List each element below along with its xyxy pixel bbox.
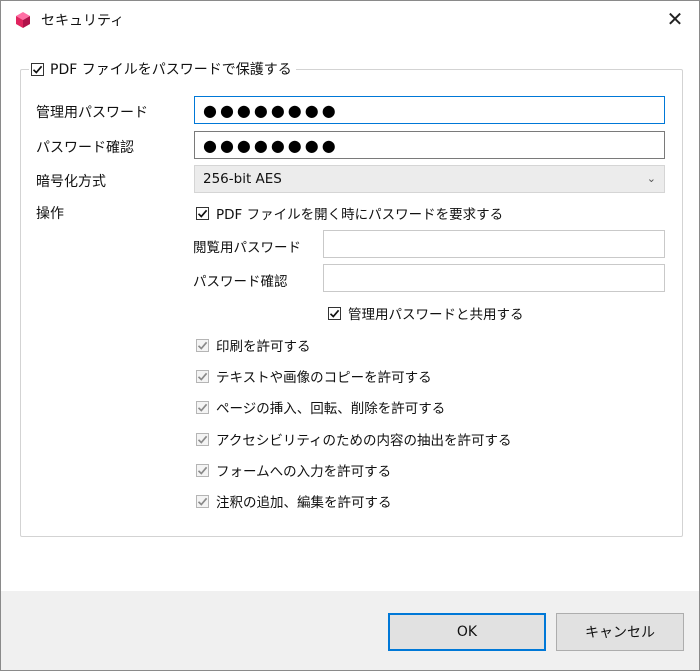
permission-copy-row[interactable]: テキストや画像のコピーを許可する [196,366,432,386]
permission-forms-label: フォームへの入力を許可する [216,464,392,480]
protect-pdf-checkbox-row[interactable]: PDF ファイルをパスワードで保護する [29,59,296,79]
require-open-password-row[interactable]: PDF ファイルを開く時にパスワードを要求する [196,203,503,223]
checkmark-icon [197,341,208,350]
permission-annotations-checkbox[interactable] [196,494,209,508]
owner-confirm-field[interactable]: ●●●●●●●● [194,131,665,159]
close-icon[interactable]: ✕ [661,5,689,33]
owner-confirm-value: ●●●●●●●● [203,135,339,155]
share-owner-password-checkbox[interactable] [328,306,341,320]
checkmark-icon [197,372,208,381]
permission-print-row[interactable]: 印刷を許可する [196,335,311,355]
checkmark-icon [197,435,208,444]
window-title: セキュリティ [41,13,125,29]
permission-pages-row[interactable]: ページの挿入、回転、削除を許可する [196,397,445,417]
protect-pdf-checkbox[interactable] [31,62,44,76]
encryption-value: 256-bit AES [203,171,282,187]
operations-label: 操作 [36,206,64,222]
permission-accessibility-checkbox[interactable] [196,432,209,446]
permission-annotations-label: 注釈の追加、編集を許可する [216,495,392,511]
require-open-password-label: PDF ファイルを開く時にパスワードを要求する [216,207,504,223]
permission-pages-label: ページの挿入、回転、削除を許可する [216,401,446,417]
permission-print-checkbox[interactable] [196,338,209,352]
encryption-label: 暗号化方式 [36,174,106,190]
owner-confirm-label: パスワード確認 [36,140,134,156]
permission-print-label: 印刷を許可する [216,339,311,355]
checkmark-icon [32,65,43,74]
protect-pdf-label: PDF ファイルをパスワードで保護する [50,62,292,78]
permission-accessibility-label: アクセシビリティのための内容の抽出を許可する [216,433,512,449]
checkmark-icon [329,309,340,318]
permission-accessibility-row[interactable]: アクセシビリティのための内容の抽出を許可する [196,429,512,449]
permission-copy-label: テキストや画像のコピーを許可する [216,370,432,386]
checkmark-icon [197,497,208,506]
view-confirm-field[interactable] [323,264,665,292]
cancel-button[interactable]: キャンセル [556,613,684,651]
chevron-down-icon: ⌄ [646,172,656,185]
ok-button[interactable]: OK [388,613,546,651]
owner-password-value: ●●●●●●●● [203,100,339,120]
view-password-field[interactable] [323,230,665,258]
permission-pages-checkbox[interactable] [196,400,209,414]
require-open-password-checkbox[interactable] [196,206,209,220]
view-password-label: 閲覧用パスワード [193,240,301,256]
encryption-select[interactable]: 256-bit AES ⌄ [194,165,665,193]
permission-annotations-row[interactable]: 注釈の追加、編集を許可する [196,491,392,511]
permission-copy-checkbox[interactable] [196,369,209,383]
title-bar: セキュリティ ✕ [1,1,699,37]
view-confirm-label: パスワード確認 [193,274,288,290]
checkmark-icon [197,466,208,475]
app-cube-icon [16,12,30,28]
checkmark-icon [197,403,208,412]
owner-password-label: 管理用パスワード [36,105,148,121]
owner-password-field[interactable]: ●●●●●●●● [194,96,665,124]
share-owner-password-row[interactable]: 管理用パスワードと共用する [328,303,524,323]
share-owner-password-label: 管理用パスワードと共用する [348,307,524,323]
security-dialog: セキュリティ ✕ PDF ファイルをパスワードで保護する 管理用パスワード ●●… [0,0,700,671]
checkmark-icon [197,209,208,218]
permission-forms-row[interactable]: フォームへの入力を許可する [196,460,391,480]
permission-forms-checkbox[interactable] [196,463,209,477]
